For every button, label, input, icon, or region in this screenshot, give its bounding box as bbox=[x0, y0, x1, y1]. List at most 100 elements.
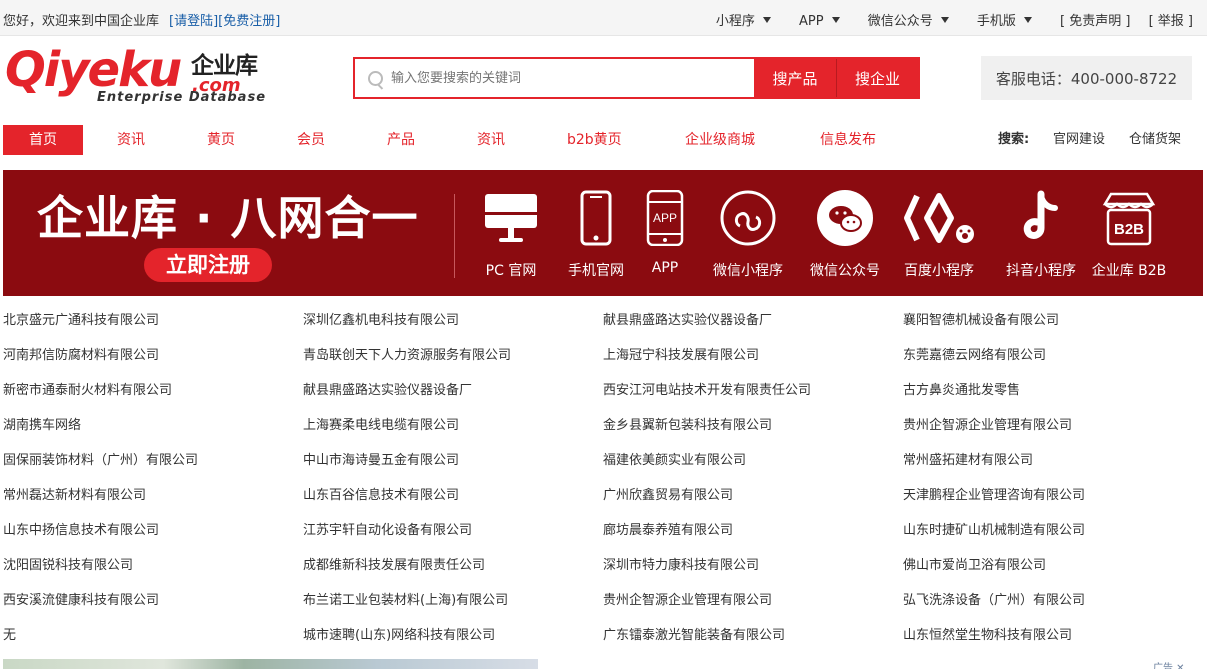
company-link[interactable]: 山东中扬信息技术有限公司 bbox=[3, 519, 159, 538]
company-link[interactable]: 固保丽装饰材料（广州）有限公司 bbox=[3, 449, 198, 468]
company-link[interactable]: 西安江河电站技术开发有限责任公司 bbox=[603, 379, 811, 398]
feature-label: 微信公众号 bbox=[810, 263, 880, 279]
company-link[interactable]: 古方鼻炎通批发零售 bbox=[903, 379, 1020, 398]
disclaimer-link[interactable]: [ 免责声明 ] bbox=[1060, 10, 1130, 29]
company-link[interactable]: 福建依美颜实业有限公司 bbox=[603, 449, 746, 468]
customer-service-hotline: 客服电话：400-000-8722 bbox=[981, 56, 1192, 100]
company-link[interactable]: 深圳市特力康科技有限公司 bbox=[603, 554, 759, 573]
company-link[interactable]: 上海赛柔电线电缆有限公司 bbox=[303, 414, 459, 433]
company-link[interactable]: 沈阳固锐科技有限公司 bbox=[3, 554, 133, 573]
feature-qiyeku-b2b[interactable]: B2B 企业库 B2B bbox=[1079, 190, 1179, 290]
company-link[interactable]: 贵州企智源企业管理有限公司 bbox=[903, 414, 1072, 433]
search-company-button[interactable]: 搜企业 bbox=[836, 59, 918, 97]
login-link[interactable]: [请登陆] bbox=[169, 14, 218, 29]
nav-item-news[interactable]: 资讯 bbox=[117, 125, 145, 155]
mobile-menu[interactable]: 手机版 bbox=[977, 10, 1032, 29]
company-link[interactable]: 青岛联创天下人力资源服务有限公司 bbox=[303, 344, 511, 363]
company-link[interactable]: 弘飞洗涤设备（广州）有限公司 bbox=[903, 589, 1085, 608]
feature-label: 百度小程序 bbox=[904, 263, 974, 279]
company-link[interactable]: 城市速聘(山东)网络科技有限公司 bbox=[303, 624, 495, 643]
nav-item-news-2[interactable]: 资讯 bbox=[477, 125, 505, 155]
company-link[interactable]: 广东镭泰激光智能装备有限公司 bbox=[603, 624, 785, 643]
welcome-text: 您好，欢迎来到中国企业库 bbox=[3, 14, 160, 29]
company-link[interactable]: 无 bbox=[3, 624, 16, 643]
nav-item-home[interactable]: 首页 bbox=[3, 125, 83, 155]
company-link[interactable]: 河南邦信防腐材料有限公司 bbox=[3, 344, 159, 363]
banner-divider bbox=[454, 194, 455, 278]
company-link[interactable]: 成都维新科技发展有限责任公司 bbox=[303, 554, 485, 573]
company-link[interactable]: 襄阳智德机械设备有限公司 bbox=[903, 309, 1059, 328]
chevron-down-icon bbox=[940, 17, 949, 23]
hot-keyword-link[interactable]: 仓储货架 bbox=[1129, 125, 1181, 155]
company-link[interactable]: 献县鼎盛路达实验仪器设备厂 bbox=[603, 309, 772, 328]
company-link[interactable]: 常州磊达新材料有限公司 bbox=[3, 484, 146, 503]
store-b2b-icon: B2B bbox=[1102, 192, 1156, 246]
register-link[interactable]: [免费注册] bbox=[218, 14, 280, 29]
nav-item-yellowpages[interactable]: 黄页 bbox=[207, 125, 235, 155]
wechat-menu[interactable]: 微信公众号 bbox=[868, 10, 949, 29]
company-link[interactable]: 佛山市爱尚卫浴有限公司 bbox=[903, 554, 1046, 573]
company-link[interactable]: 天津鹏程企业管理咨询有限公司 bbox=[903, 484, 1085, 503]
company-link[interactable]: 江苏宇轩自动化设备有限公司 bbox=[303, 519, 472, 538]
wechat-miniprogram-icon bbox=[720, 190, 776, 246]
company-row: 北京盛元广通科技有限公司 深圳亿鑫机电科技有限公司 献县鼎盛路达实验仪器设备厂 襄阳智… bbox=[3, 300, 1203, 335]
miniprogram-menu[interactable]: 小程序 bbox=[716, 10, 771, 29]
search-icon bbox=[355, 59, 391, 97]
search-input[interactable] bbox=[391, 59, 754, 97]
nav-item-b2b-yellowpages[interactable]: b2b黄页 bbox=[567, 125, 622, 155]
company-row: 西安溪流健康科技有限公司 布兰诺工业包装材料(上海)有限公司 贵州企智源企业管理有限… bbox=[3, 580, 1203, 615]
company-link[interactable]: 新密市通泰耐火材料有限公司 bbox=[3, 379, 172, 398]
company-link[interactable]: 金乡县翼新包装科技有限公司 bbox=[603, 414, 772, 433]
company-link[interactable]: 西安溪流健康科技有限公司 bbox=[3, 589, 159, 608]
banner-slogan: 企业库 · 八网合一 bbox=[37, 191, 419, 245]
nav-item-members[interactable]: 会员 bbox=[297, 125, 325, 155]
chevron-down-icon bbox=[1023, 17, 1032, 23]
company-link[interactable]: 贵州企智源企业管理有限公司 bbox=[603, 589, 772, 608]
wechat-icon bbox=[817, 190, 873, 246]
company-link[interactable]: 布兰诺工业包装材料(上海)有限公司 bbox=[303, 589, 508, 608]
company-link[interactable]: 深圳亿鑫机电科技有限公司 bbox=[303, 309, 459, 328]
top-bar: 您好，欢迎来到中国企业库 [请登陆][免费注册] 小程序 APP 微信公众号 手机… bbox=[0, 0, 1207, 36]
banner-register-button[interactable]: 立即注册 bbox=[144, 248, 272, 282]
company-link[interactable]: 湖南携车网络 bbox=[3, 414, 81, 433]
company-link[interactable]: 广州欣鑫贸易有限公司 bbox=[603, 484, 733, 503]
company-link[interactable]: 东莞嘉德云网络有限公司 bbox=[903, 344, 1046, 363]
feature-baidu-miniprogram[interactable]: 百度小程序 bbox=[889, 190, 989, 290]
ad-close-tag[interactable]: 广告 ✕ bbox=[1153, 659, 1185, 669]
company-link[interactable]: 献县鼎盛路达实验仪器设备厂 bbox=[303, 379, 472, 398]
welcome-area: 您好，欢迎来到中国企业库 [请登陆][免费注册] bbox=[3, 10, 280, 29]
logo-subtitle: Enterprise Database bbox=[97, 90, 267, 105]
ad-image[interactable] bbox=[3, 659, 538, 669]
company-link[interactable]: 常州盛拓建材有限公司 bbox=[903, 449, 1033, 468]
company-link[interactable]: 上海冠宁科技发展有限公司 bbox=[603, 344, 759, 363]
feature-douyin-miniprogram[interactable]: 抖音小程序 bbox=[991, 190, 1091, 290]
company-row: 无 城市速聘(山东)网络科技有限公司 广东镭泰激光智能装备有限公司 山东恒然堂生物科技… bbox=[3, 615, 1203, 650]
site-logo[interactable]: Qiyeku 企业库 .com Enterprise Database bbox=[5, 42, 275, 108]
company-row: 新密市通泰耐火材料有限公司 献县鼎盛路达实验仪器设备厂 西安江河电站技术开发有限责任… bbox=[3, 370, 1203, 405]
promo-banner[interactable]: 企业库 · 八网合一 立即注册 PC 官网 手机官网 APP APP 微信小程序… bbox=[3, 170, 1203, 296]
search-box: 搜产品 搜企业 bbox=[353, 57, 920, 99]
company-link[interactable]: 北京盛元广通科技有限公司 bbox=[3, 309, 159, 328]
nav-item-publish[interactable]: 信息发布 bbox=[820, 125, 876, 155]
report-link[interactable]: [ 举报 ] bbox=[1149, 10, 1193, 29]
app-menu[interactable]: APP bbox=[799, 14, 840, 29]
feature-wechat-miniprogram[interactable]: 微信小程序 bbox=[698, 190, 798, 290]
top-right-links: 小程序 APP 微信公众号 手机版 [ 免责声明 ] [ 举报 ] bbox=[692, 10, 1193, 29]
desktop-icon bbox=[485, 194, 537, 242]
company-row: 固保丽装饰材料（广州）有限公司 中山市海诗曼五金有限公司 福建依美颜实业有限公司 常州… bbox=[3, 440, 1203, 475]
feature-wechat-official[interactable]: 微信公众号 bbox=[795, 190, 895, 290]
company-link[interactable]: 中山市海诗曼五金有限公司 bbox=[303, 449, 459, 468]
company-link[interactable]: 廊坊晨泰养殖有限公司 bbox=[603, 519, 733, 538]
company-link[interactable]: 山东百谷信息技术有限公司 bbox=[303, 484, 459, 503]
search-product-button[interactable]: 搜产品 bbox=[754, 59, 836, 97]
company-link[interactable]: 山东时捷矿山机械制造有限公司 bbox=[903, 519, 1085, 538]
company-row: 河南邦信防腐材料有限公司 青岛联创天下人力资源服务有限公司 上海冠宁科技发展有限公司… bbox=[3, 335, 1203, 370]
company-link[interactable]: 山东恒然堂生物科技有限公司 bbox=[903, 624, 1072, 643]
nav-item-enterprise-mall[interactable]: 企业级商城 bbox=[685, 125, 755, 155]
hot-keyword-link[interactable]: 官网建设 bbox=[1053, 125, 1105, 155]
svg-text:B2B: B2B bbox=[1114, 221, 1144, 238]
feature-label: 企业库 B2B bbox=[1091, 263, 1167, 279]
main-nav: 首页 资讯 黄页 会员 产品 资讯 b2b黄页 企业级商城 信息发布 搜索: 官… bbox=[3, 125, 1193, 155]
nav-item-products[interactable]: 产品 bbox=[387, 125, 415, 155]
svg-text:APP: APP bbox=[653, 211, 677, 225]
